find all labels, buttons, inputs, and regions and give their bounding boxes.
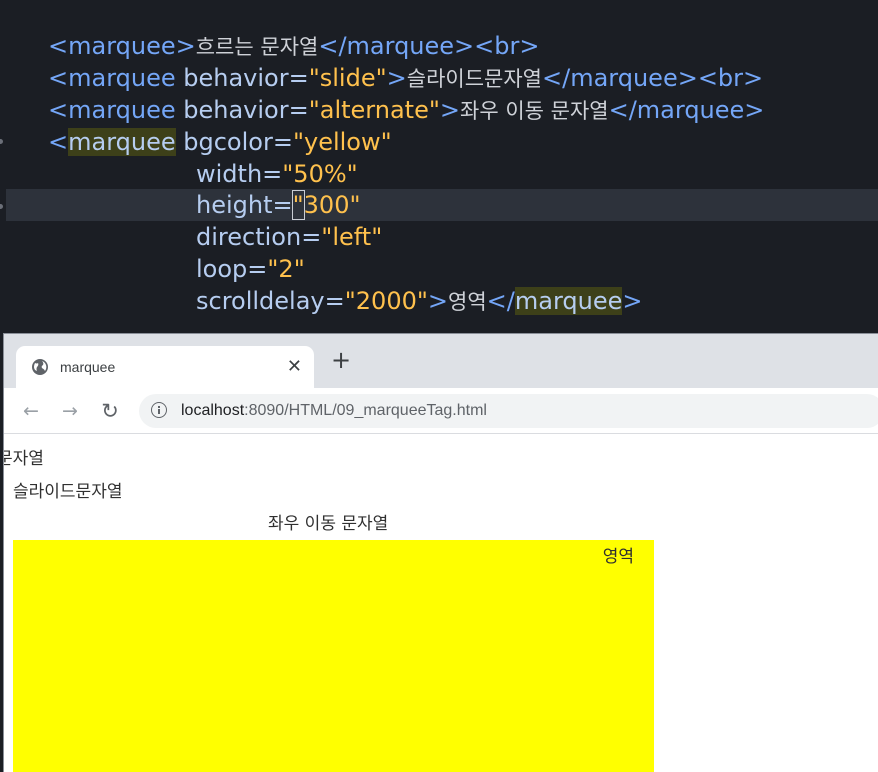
code-attr: loop (196, 255, 248, 283)
code-eq: = (272, 128, 293, 156)
code-tag: <marquee (48, 64, 176, 92)
code-line-5: width="50%" (196, 158, 358, 190)
reload-icon[interactable]: ↻ (97, 398, 123, 424)
globe-icon (32, 359, 48, 375)
code-eq: = (247, 255, 268, 283)
text-cursor: " (291, 190, 305, 220)
code-string: 300" (303, 191, 361, 219)
code-line-2: <marquee behavior="slide">슬라이드문자열</marqu… (48, 62, 763, 94)
yellow-marquee-text: 영역 (602, 547, 634, 567)
code-line-4: <marquee bgcolor="yellow" (48, 126, 392, 158)
code-line-7: direction="left" (196, 221, 382, 253)
code-line-9: scrolldelay="2000">영역</marquee> (196, 285, 642, 317)
code-tag: > (427, 287, 449, 315)
gutter-marker (0, 204, 3, 209)
url-text: localhost:8090/HTML/09_marqueeTag.html (181, 394, 487, 428)
code-tag: > (622, 287, 643, 315)
alternate-marquee: 좌우 이동 문자열 (268, 514, 389, 534)
code-eq: = (262, 160, 283, 188)
code-eq: = (272, 191, 293, 219)
code-tag: </marquee><br> (318, 32, 540, 60)
code-tag: <marquee (48, 96, 176, 124)
code-tag: </ (486, 287, 515, 315)
url-host: localhost (181, 402, 245, 419)
url-path: :8090/HTML/09_marqueeTag.html (244, 402, 487, 419)
code-string: "slide" (308, 64, 387, 92)
code-line-1: <marquee>흐르는 문자열</marquee><br> (48, 30, 539, 62)
gutter-marker (0, 139, 3, 144)
code-tag: < (48, 128, 69, 156)
code-text: 슬라이드문자열 (406, 67, 542, 91)
code-line-8: loop="2" (196, 253, 305, 285)
code-string: "yellow" (292, 128, 392, 156)
code-attr: width (196, 160, 263, 188)
matched-tag-highlight: marquee (514, 287, 623, 315)
code-editor[interactable]: <marquee>흐르는 문자열</marquee><br> <marquee … (0, 0, 878, 332)
code-attr: behavior (183, 64, 289, 92)
code-tag: </marquee><br> (542, 64, 764, 92)
code-attr: bgcolor (183, 128, 273, 156)
info-icon[interactable] (151, 402, 167, 418)
code-tag: > (386, 64, 407, 92)
matched-tag-highlight: marquee (68, 128, 176, 156)
code-string: "alternate" (308, 96, 440, 124)
code-tag: > (439, 96, 460, 124)
slide-marquee: 슬라이드문자열 (13, 482, 123, 502)
code-line-6: height="300" (196, 189, 361, 221)
page-content: 문자열 슬라이드문자열 좌우 이동 문자열 영역 (4, 434, 878, 772)
tab-title: marquee (60, 359, 116, 375)
code-text: 영역 (448, 290, 487, 314)
forward-arrow-icon[interactable]: → (57, 398, 83, 424)
code-text: 흐르는 문자열 (195, 35, 319, 59)
current-line-highlight (6, 189, 878, 221)
code-eq: = (288, 96, 309, 124)
scrolling-marquee: 문자열 (4, 449, 44, 469)
browser-window: marquee ✕ + ← → ↻ localhost:8090/HTML/09… (3, 333, 878, 772)
code-tag: </marquee> (608, 96, 765, 124)
browser-tab[interactable]: marquee ✕ (16, 346, 314, 388)
new-tab-button[interactable]: + (330, 348, 352, 372)
address-bar[interactable]: localhost:8090/HTML/09_marqueeTag.html (139, 394, 878, 428)
code-eq: = (288, 64, 309, 92)
code-string: "left" (321, 223, 383, 251)
code-attr: height (196, 191, 273, 219)
code-eq: = (324, 287, 345, 315)
code-text: 좌우 이동 문자열 (460, 99, 609, 123)
browser-toolbar: ← → ↻ localhost:8090/HTML/09_marqueeTag.… (4, 388, 878, 434)
back-arrow-icon[interactable]: ← (18, 398, 44, 424)
code-attr: scrolldelay (196, 287, 325, 315)
code-line-3: <marquee behavior="alternate">좌우 이동 문자열<… (48, 94, 764, 126)
code-attr: behavior (183, 96, 289, 124)
code-attr: direction (196, 223, 302, 251)
code-string: "2000" (344, 287, 428, 315)
code-eq: = (301, 223, 322, 251)
close-icon[interactable]: ✕ (287, 346, 302, 388)
tab-strip: marquee ✕ + (4, 334, 878, 388)
code-string: "2" (267, 255, 305, 283)
yellow-marquee-area: 영역 (13, 540, 654, 772)
code-string: "50%" (282, 160, 358, 188)
code-tag: <marquee> (48, 32, 196, 60)
